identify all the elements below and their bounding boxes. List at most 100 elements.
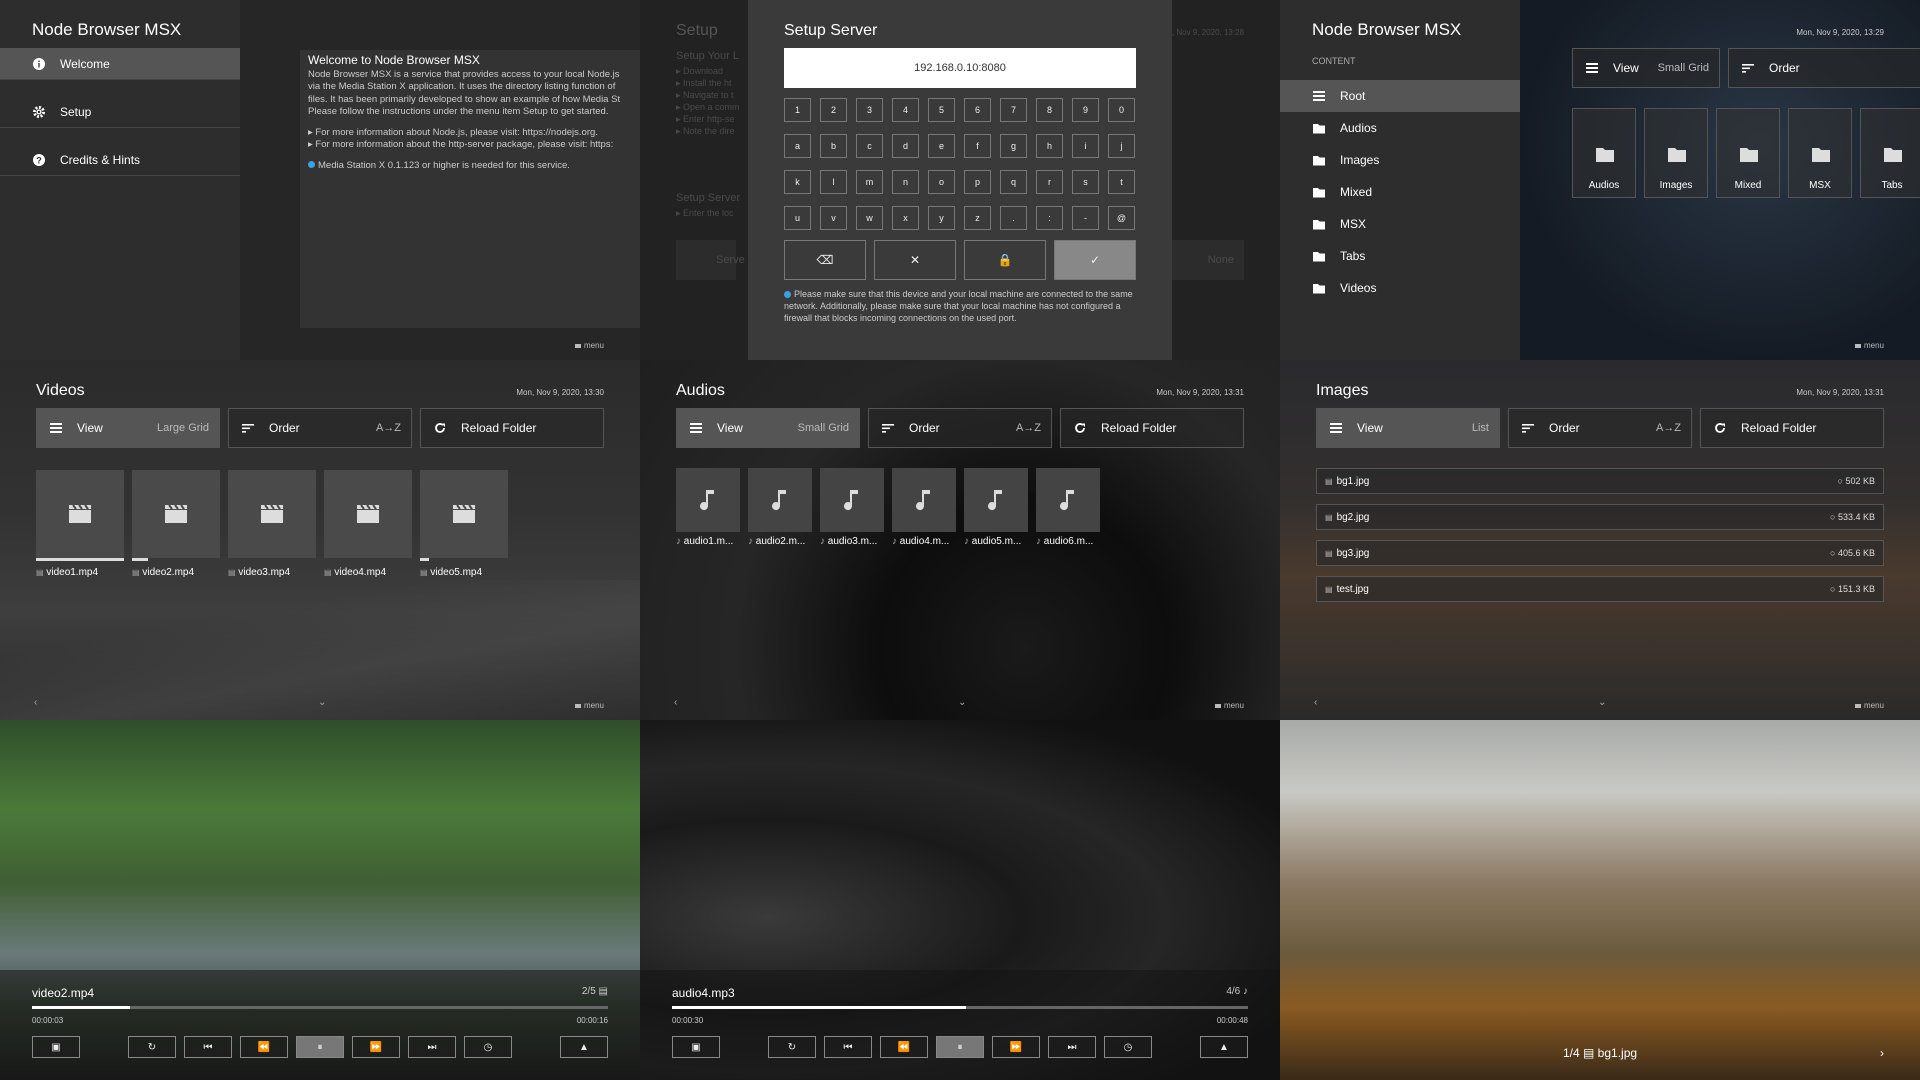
key-g[interactable]: g (1000, 134, 1027, 158)
menu-hint[interactable]: menu (575, 701, 604, 710)
key-6[interactable]: 6 (964, 98, 991, 122)
key-n[interactable]: n (892, 170, 919, 194)
key-m[interactable]: m (856, 170, 883, 194)
folder-item-audios[interactable]: Audios (1280, 112, 1520, 144)
key-z[interactable]: z (964, 206, 991, 230)
restart-button[interactable]: ↻ (768, 1036, 816, 1058)
clear-key[interactable]: ✕ (874, 240, 956, 280)
reload-folder-button[interactable]: Reload Folder (1060, 408, 1244, 448)
folder-item-msx[interactable]: MSX (1280, 208, 1520, 240)
key-@[interactable]: @ (1108, 206, 1135, 230)
audio-tile[interactable] (1036, 468, 1100, 532)
key-w[interactable]: w (856, 206, 883, 230)
lock-key[interactable]: 🔒 (964, 240, 1046, 280)
video-tile[interactable] (420, 470, 508, 558)
next-button[interactable]: ⏭ (1048, 1036, 1096, 1058)
prev-page-icon[interactable]: ‹ (1314, 697, 1317, 708)
confirm-key[interactable]: ✓ (1054, 240, 1136, 280)
audio-tile[interactable] (748, 468, 812, 532)
key-o[interactable]: o (928, 170, 955, 194)
audio-tile[interactable] (820, 468, 884, 532)
key--[interactable]: - (1072, 206, 1099, 230)
key-k[interactable]: k (784, 170, 811, 194)
key-8[interactable]: 8 (1036, 98, 1063, 122)
folder-item-tabs[interactable]: Tabs (1280, 240, 1520, 272)
restart-button[interactable]: ↻ (128, 1036, 176, 1058)
key-c[interactable]: c (856, 134, 883, 158)
key-v[interactable]: v (820, 206, 847, 230)
order-button[interactable]: Order A→Z (1508, 408, 1692, 448)
key-i[interactable]: i (1072, 134, 1099, 158)
view-button[interactable]: View Small Grid (1572, 48, 1720, 88)
reload-folder-button[interactable]: Reload Folder (420, 408, 604, 448)
key-j[interactable]: j (1108, 134, 1135, 158)
video-tile[interactable] (228, 470, 316, 558)
rewind-button[interactable]: ⏪ (880, 1036, 928, 1058)
forward-button[interactable]: ⏩ (352, 1036, 400, 1058)
menu-hint[interactable]: menu (575, 341, 604, 350)
sidebar-item-welcome[interactable]: Welcome (0, 48, 240, 80)
menu-hint[interactable]: menu (1855, 341, 1884, 350)
image-row[interactable]: ▤ test.jpg ○ 151.3 KB (1316, 576, 1884, 602)
key-b[interactable]: b (820, 134, 847, 158)
image-row[interactable]: ▤ bg3.jpg ○ 405.6 KB (1316, 540, 1884, 566)
info-button[interactable]: ▣ (672, 1036, 720, 1058)
scroll-down-icon[interactable]: ⌄ (318, 697, 326, 708)
prev-page-icon[interactable]: ‹ (674, 697, 677, 708)
eject-button[interactable]: ▲ (560, 1036, 608, 1058)
speed-button[interactable]: ◷ (1104, 1036, 1152, 1058)
scroll-down-icon[interactable]: ⌄ (1598, 697, 1606, 708)
speed-button[interactable]: ◷ (464, 1036, 512, 1058)
key-.[interactable]: . (1000, 206, 1027, 230)
video-tile[interactable] (132, 470, 220, 558)
menu-hint[interactable]: menu (1215, 701, 1244, 710)
folder-tile-msx[interactable]: MSX (1788, 108, 1852, 198)
key-u[interactable]: u (784, 206, 811, 230)
pause-button[interactable]: ⏸ (936, 1036, 984, 1058)
key-7[interactable]: 7 (1000, 98, 1027, 122)
audio-tile[interactable] (676, 468, 740, 532)
view-button[interactable]: View List (1316, 408, 1500, 448)
folder-tile-audios[interactable]: Audios (1572, 108, 1636, 198)
order-button[interactable]: Order (1728, 48, 1920, 88)
key-q[interactable]: q (1000, 170, 1027, 194)
folder-item-images[interactable]: Images (1280, 144, 1520, 176)
key-5[interactable]: 5 (928, 98, 955, 122)
key-:[interactable]: : (1036, 206, 1063, 230)
key-9[interactable]: 9 (1072, 98, 1099, 122)
folder-tile-tabs[interactable]: Tabs (1860, 108, 1920, 198)
audio-tile[interactable] (964, 468, 1028, 532)
video-tile[interactable] (324, 470, 412, 558)
video-tile[interactable] (36, 470, 124, 558)
key-2[interactable]: 2 (820, 98, 847, 122)
audio-tile[interactable] (892, 468, 956, 532)
key-r[interactable]: r (1036, 170, 1063, 194)
rewind-button[interactable]: ⏪ (240, 1036, 288, 1058)
order-button[interactable]: Order A→Z (868, 408, 1052, 448)
info-button[interactable]: ▣ (32, 1036, 80, 1058)
player-progress-bar[interactable] (32, 1006, 608, 1009)
next-image-icon[interactable]: › (1880, 1046, 1884, 1060)
previous-button[interactable]: ⏮ (824, 1036, 872, 1058)
player-progress-bar[interactable] (672, 1006, 1248, 1009)
folder-tile-mixed[interactable]: Mixed (1716, 108, 1780, 198)
folder-item-mixed[interactable]: Mixed (1280, 176, 1520, 208)
sidebar-item-credits[interactable]: ? Credits & Hints (0, 144, 240, 176)
forward-button[interactable]: ⏩ (992, 1036, 1040, 1058)
key-h[interactable]: h (1036, 134, 1063, 158)
reload-folder-button[interactable]: Reload Folder (1700, 408, 1884, 448)
key-a[interactable]: a (784, 134, 811, 158)
backspace-key[interactable]: ⌫ (784, 240, 866, 280)
key-1[interactable]: 1 (784, 98, 811, 122)
key-3[interactable]: 3 (856, 98, 883, 122)
next-button[interactable]: ⏭ (408, 1036, 456, 1058)
key-e[interactable]: e (928, 134, 955, 158)
key-4[interactable]: 4 (892, 98, 919, 122)
view-button[interactable]: View Small Grid (676, 408, 860, 448)
key-s[interactable]: s (1072, 170, 1099, 194)
key-f[interactable]: f (964, 134, 991, 158)
folder-item-root[interactable]: Root (1280, 80, 1520, 112)
order-button[interactable]: Order A→Z (228, 408, 412, 448)
key-l[interactable]: l (820, 170, 847, 194)
prev-page-icon[interactable]: ‹ (34, 697, 37, 708)
